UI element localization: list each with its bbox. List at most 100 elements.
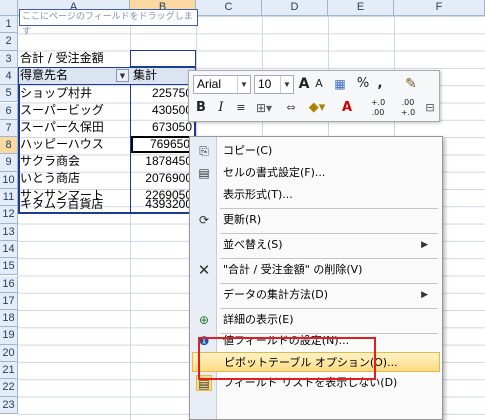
pivot-value-cell[interactable]: 4393200 — [131, 196, 194, 213]
mini-toolbar: Arial ▼ 10 ▼ A A ▦ % , ✎ B I ≡ ⊞▾ ⇔ ◆▾ A… — [188, 70, 440, 122]
row-header[interactable]: 17 — [0, 292, 18, 311]
menu-item-label: ピボットテーブル オプション(O)... — [224, 356, 398, 369]
menu-item-label: 更新(R) — [223, 213, 262, 226]
font-size-value: 10 — [258, 77, 272, 91]
menu-item-format-cells[interactable]: ▤ セルの書式設定(F)... — [192, 163, 440, 183]
italic-button[interactable]: I — [213, 98, 229, 118]
decrease-decimal-button[interactable]: .00 +.0 — [395, 98, 421, 118]
font-size-combo[interactable]: 10 ▼ — [254, 75, 294, 94]
pivot-value-cell[interactable]: 225750 — [131, 85, 194, 102]
row-header[interactable]: 6 — [0, 102, 18, 120]
font-name-combo[interactable]: Arial ▼ — [193, 75, 251, 94]
menu-item-number-format[interactable]: 表示形式(T)... — [192, 185, 440, 205]
row-header[interactable]: 10 — [0, 171, 18, 189]
menu-separator — [220, 208, 438, 209]
context-menu: ⎘ コピー(C) ▤ セルの書式設定(F)... 表示形式(T)... ⟳ 更新… — [189, 136, 443, 420]
menu-item-refresh[interactable]: ⟳ 更新(R) — [192, 210, 440, 230]
copy-icon: ⎘ — [199, 144, 209, 158]
row-header[interactable]: 7 — [0, 119, 18, 138]
menu-item-value-field-settings[interactable]: ❶ 値フィールドの設定(N)... — [192, 331, 440, 351]
active-cell[interactable]: 769650 — [131, 136, 194, 153]
row-header[interactable]: 18 — [0, 310, 18, 328]
menu-item-label: セルの書式設定(F)... — [223, 166, 326, 179]
comma-style-button[interactable]: , — [373, 74, 387, 94]
row-header[interactable]: 23 — [0, 396, 18, 414]
column-header-c[interactable]: C — [196, 0, 262, 16]
submenu-arrow-icon: ▶ — [421, 290, 428, 300]
submenu-arrow-icon: ▶ — [421, 240, 428, 250]
column-header-e[interactable]: E — [328, 0, 394, 16]
menu-item-show-details[interactable]: ⊕ 詳細の表示(E) — [192, 310, 440, 330]
row-header[interactable]: 4 — [0, 67, 18, 86]
menu-separator — [220, 283, 438, 284]
pivot-row-label[interactable]: サクラ商会 — [20, 153, 128, 170]
row-header[interactable]: 20 — [0, 344, 18, 362]
menu-item-pivot-options[interactable]: ピボットテーブル オプション(O)... — [192, 352, 440, 372]
bold-button[interactable]: B — [193, 98, 209, 118]
pivot-value-cell[interactable]: 1878450 — [131, 153, 194, 170]
row-header[interactable]: 11 — [0, 189, 18, 207]
menu-item-label: 表示形式(T)... — [223, 188, 293, 201]
pivot-value-cell[interactable]: 430500 — [131, 102, 194, 119]
grow-font-icon[interactable]: A — [297, 74, 311, 94]
row-header-selected[interactable]: 8 — [0, 137, 18, 155]
select-all-corner[interactable] — [0, 0, 18, 16]
menu-item-label: 並べ替え(S) — [223, 238, 283, 251]
page-field-drop-zone[interactable]: ここにページのフィールドをドラッグします — [19, 9, 198, 37]
pivot-row-field-header[interactable]: 得意先名 — [20, 67, 120, 84]
borders-icon[interactable]: ⊞▾ — [253, 98, 275, 118]
pivot-row-label[interactable]: スーパー久保田 — [20, 119, 128, 136]
shrink-font-icon[interactable]: A — [313, 74, 325, 94]
cell-style-icon[interactable]: ▦ — [329, 74, 351, 94]
increase-decimal-button[interactable]: +.0 .00 — [365, 98, 391, 118]
field-settings-icon: ❶ — [198, 334, 210, 348]
menu-item-sort[interactable]: 並べ替え(S) ▶ — [192, 235, 440, 255]
row-header[interactable]: 19 — [0, 327, 18, 345]
merge-center-icon[interactable]: ⇔ — [279, 98, 303, 118]
field-list-icon: ▤ — [196, 375, 212, 391]
row-header[interactable]: 12 — [0, 206, 18, 224]
field-filter-dropdown-button[interactable]: ▼ — [116, 69, 129, 82]
pivot-row-label[interactable]: スーパービッグ — [20, 102, 128, 119]
chevron-down-icon[interactable]: ▼ — [237, 76, 250, 93]
menu-item-copy[interactable]: ⎘ コピー(C) — [192, 141, 440, 161]
menu-item-hide-field-list[interactable]: ▤ フィールド リストを表示しない(D) — [192, 373, 440, 393]
row-header[interactable]: 15 — [0, 258, 18, 276]
format-cells-icon: ▤ — [198, 166, 210, 180]
pivot-value-cell[interactable]: 673050 — [131, 119, 194, 136]
menu-item-summarize-by[interactable]: データの集計方法(D) ▶ — [192, 285, 440, 305]
row-header[interactable]: 22 — [0, 379, 18, 397]
row-header[interactable]: 21 — [0, 362, 18, 380]
row-header[interactable]: 9 — [0, 154, 18, 172]
chevron-down-icon[interactable]: ▼ — [280, 76, 293, 93]
pivot-row-label[interactable]: ショップ村井 — [20, 85, 128, 102]
font-name-value: Arial — [197, 77, 222, 91]
format-painter-icon[interactable]: ✎ — [401, 74, 421, 94]
merge-cells-icon[interactable]: ⊟ — [423, 98, 437, 118]
menu-item-remove-field[interactable]: ✕ "合計 / 受注金額" の削除(V) — [192, 260, 440, 280]
row-header[interactable]: 3 — [0, 50, 18, 68]
pivot-row-label[interactable]: キタムラ百貨店 — [20, 196, 128, 213]
font-color-icon[interactable]: A — [335, 98, 359, 118]
row-header[interactable]: 1 — [0, 16, 18, 34]
row-header[interactable]: 13 — [0, 223, 18, 241]
pivot-value-header[interactable]: 集計 — [133, 67, 193, 84]
pivot-row-label[interactable]: いとう商店 — [20, 170, 128, 187]
align-center-icon[interactable]: ≡ — [233, 98, 249, 118]
fill-color-icon[interactable]: ◆▾ — [305, 98, 329, 118]
menu-separator — [220, 258, 438, 259]
column-header-f[interactable]: F — [394, 0, 485, 16]
menu-item-label: データの集計方法(D) — [223, 288, 329, 301]
pivot-data-field-title[interactable]: 合計 / 受注金額 — [20, 50, 130, 67]
pivot-row-label[interactable]: ハッピーハウス — [20, 136, 128, 153]
row-header[interactable]: 5 — [0, 85, 18, 103]
pivot-title-value-cell[interactable] — [130, 50, 196, 67]
delete-x-icon: ✕ — [197, 261, 211, 279]
percent-style-button[interactable]: % — [355, 74, 371, 94]
menu-item-label: 値フィールドの設定(N)... — [223, 334, 350, 347]
pivot-value-cell[interactable]: 2076900 — [131, 170, 194, 187]
row-header[interactable]: 14 — [0, 240, 18, 259]
row-header[interactable]: 16 — [0, 275, 18, 293]
row-header[interactable]: 2 — [0, 33, 18, 51]
column-header-d[interactable]: D — [262, 0, 328, 16]
